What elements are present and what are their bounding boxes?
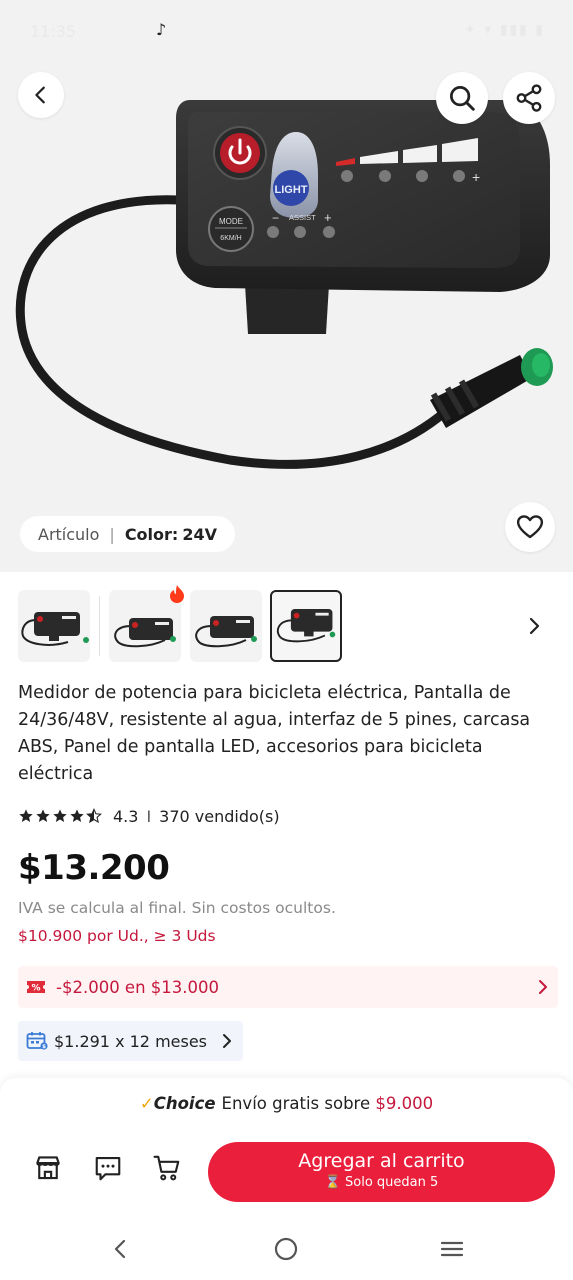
share-button[interactable] <box>503 72 555 124</box>
star-icon <box>70 809 84 822</box>
chat-icon <box>95 1156 121 1181</box>
thumbnail-strip <box>18 585 558 664</box>
light-label: LIGHT <box>275 184 308 196</box>
product-image[interactable]: LIGHT MODE 6KM/H − ASSIST + + <box>0 80 573 500</box>
nav-back-icon <box>114 1239 126 1259</box>
thumbnail-image <box>21 612 89 646</box>
rating-row[interactable]: 4.3 I 370 vendido(s) <box>18 804 280 828</box>
star-half-icon <box>86 808 102 824</box>
installments-row[interactable]: $ $1.291 x 12 meses <box>18 1021 244 1061</box>
thumbnails-next-button[interactable] <box>522 612 546 640</box>
star-icon <box>19 809 33 822</box>
cart-icon <box>153 1155 180 1181</box>
chevron-right-icon <box>529 617 540 635</box>
rating-separator: I <box>146 806 152 826</box>
star-icon <box>36 809 50 822</box>
status-icons: ✦ ▾ ▮▮▮ ▮ <box>464 22 545 38</box>
bulk-price: $10.900 por Ud., ≥ 3 Uds <box>18 927 216 945</box>
shipping-threshold: $9.000 <box>375 1094 434 1113</box>
mode-label: MODE <box>219 217 243 226</box>
star-icon <box>53 809 67 822</box>
variant-separator: | <box>109 524 115 544</box>
check-icon: ✓ <box>139 1094 154 1113</box>
cart-button[interactable] <box>147 1148 187 1188</box>
price: $13.200 <box>18 848 170 888</box>
coupon-icon: % <box>27 981 45 994</box>
wishlist-button[interactable] <box>505 502 555 552</box>
variant-pill[interactable]: Artículo | Color: 24V <box>20 516 235 552</box>
rating-stars <box>18 808 103 824</box>
thumbnail-3[interactable] <box>190 590 262 662</box>
tiktok-icon: ♪ <box>156 20 167 39</box>
chevron-right-icon <box>223 1034 232 1048</box>
svg-text:%: % <box>31 984 40 994</box>
coupon-row[interactable]: % -$2.000 en $13.000 <box>18 966 558 1008</box>
rating-value: 4.3 <box>113 806 139 826</box>
choice-brand: Choice <box>153 1094 216 1113</box>
hourglass-icon: ⌛ <box>324 1175 341 1190</box>
calendar-icon: $ <box>26 1032 48 1050</box>
installments-text: $1.291 x 12 meses <box>54 1031 208 1051</box>
heart-icon <box>516 515 544 539</box>
variant-label: Artículo <box>38 524 100 544</box>
svg-text:−: − <box>272 211 279 225</box>
color-label: Color: <box>124 524 179 544</box>
search-icon <box>450 86 475 111</box>
sold-count: 370 vendido(s) <box>159 806 280 826</box>
coupon-text: -$2.000 en $13.000 <box>56 977 220 997</box>
product-gallery[interactable]: 11:35 ♪ ✦ ▾ ▮▮▮ ▮ LIGHT MODE 6KM/H − ASS… <box>0 0 573 572</box>
color-value: 24V <box>182 524 217 544</box>
store-button[interactable] <box>28 1148 68 1188</box>
product-title: Medidor de potencia para bicicleta eléct… <box>18 683 531 784</box>
add-to-cart-button[interactable]: Agregar al carrito ⌛ Solo quedan 5 <box>208 1142 555 1202</box>
tax-note: IVA se calcula al final. Sin costos ocul… <box>18 899 336 917</box>
thumbnail-1[interactable] <box>18 590 90 662</box>
back-button[interactable] <box>18 72 64 118</box>
svg-text:$: $ <box>42 1044 46 1050</box>
choice-shipping-banner: ✓Choice Envío gratis sobre $9.000 <box>0 1094 573 1113</box>
svg-text:+: + <box>324 210 332 225</box>
nav-home-button[interactable] <box>270 1233 302 1265</box>
chevron-left-icon <box>35 86 45 104</box>
nav-recents-button[interactable] <box>436 1233 468 1265</box>
status-time: 11:35 <box>30 22 77 41</box>
search-button[interactable] <box>436 72 488 124</box>
thumbnail-divider <box>99 596 100 656</box>
chat-button[interactable] <box>88 1148 128 1188</box>
thumbnail-image <box>195 616 257 648</box>
stock-note: ⌛ Solo quedan 5 <box>208 1175 555 1190</box>
power-button-graphic <box>213 126 267 180</box>
status-bar: 11:35 ♪ ✦ ▾ ▮▮▮ ▮ <box>0 0 573 60</box>
nav-menu-icon <box>440 1241 464 1257</box>
assist-label: ASSIST <box>289 213 316 222</box>
share-icon <box>516 84 542 112</box>
system-nav-bar <box>0 1225 573 1271</box>
store-icon <box>36 1156 60 1180</box>
add-to-cart-label: Agregar al carrito <box>298 1150 465 1172</box>
chevron-right-icon <box>539 980 547 994</box>
thumbnail-4-selected[interactable] <box>270 590 342 662</box>
stock-note-text: Solo quedan 5 <box>345 1175 439 1190</box>
connector <box>430 348 553 428</box>
kmh-label: 6KM/H <box>220 235 241 242</box>
svg-text:+: + <box>472 169 480 185</box>
fire-icon <box>168 584 186 609</box>
shipping-text: Envío gratis sobre <box>221 1094 371 1113</box>
nav-back-button[interactable] <box>105 1233 137 1265</box>
nav-home-icon <box>274 1237 298 1261</box>
thumbnail-image <box>276 609 336 643</box>
